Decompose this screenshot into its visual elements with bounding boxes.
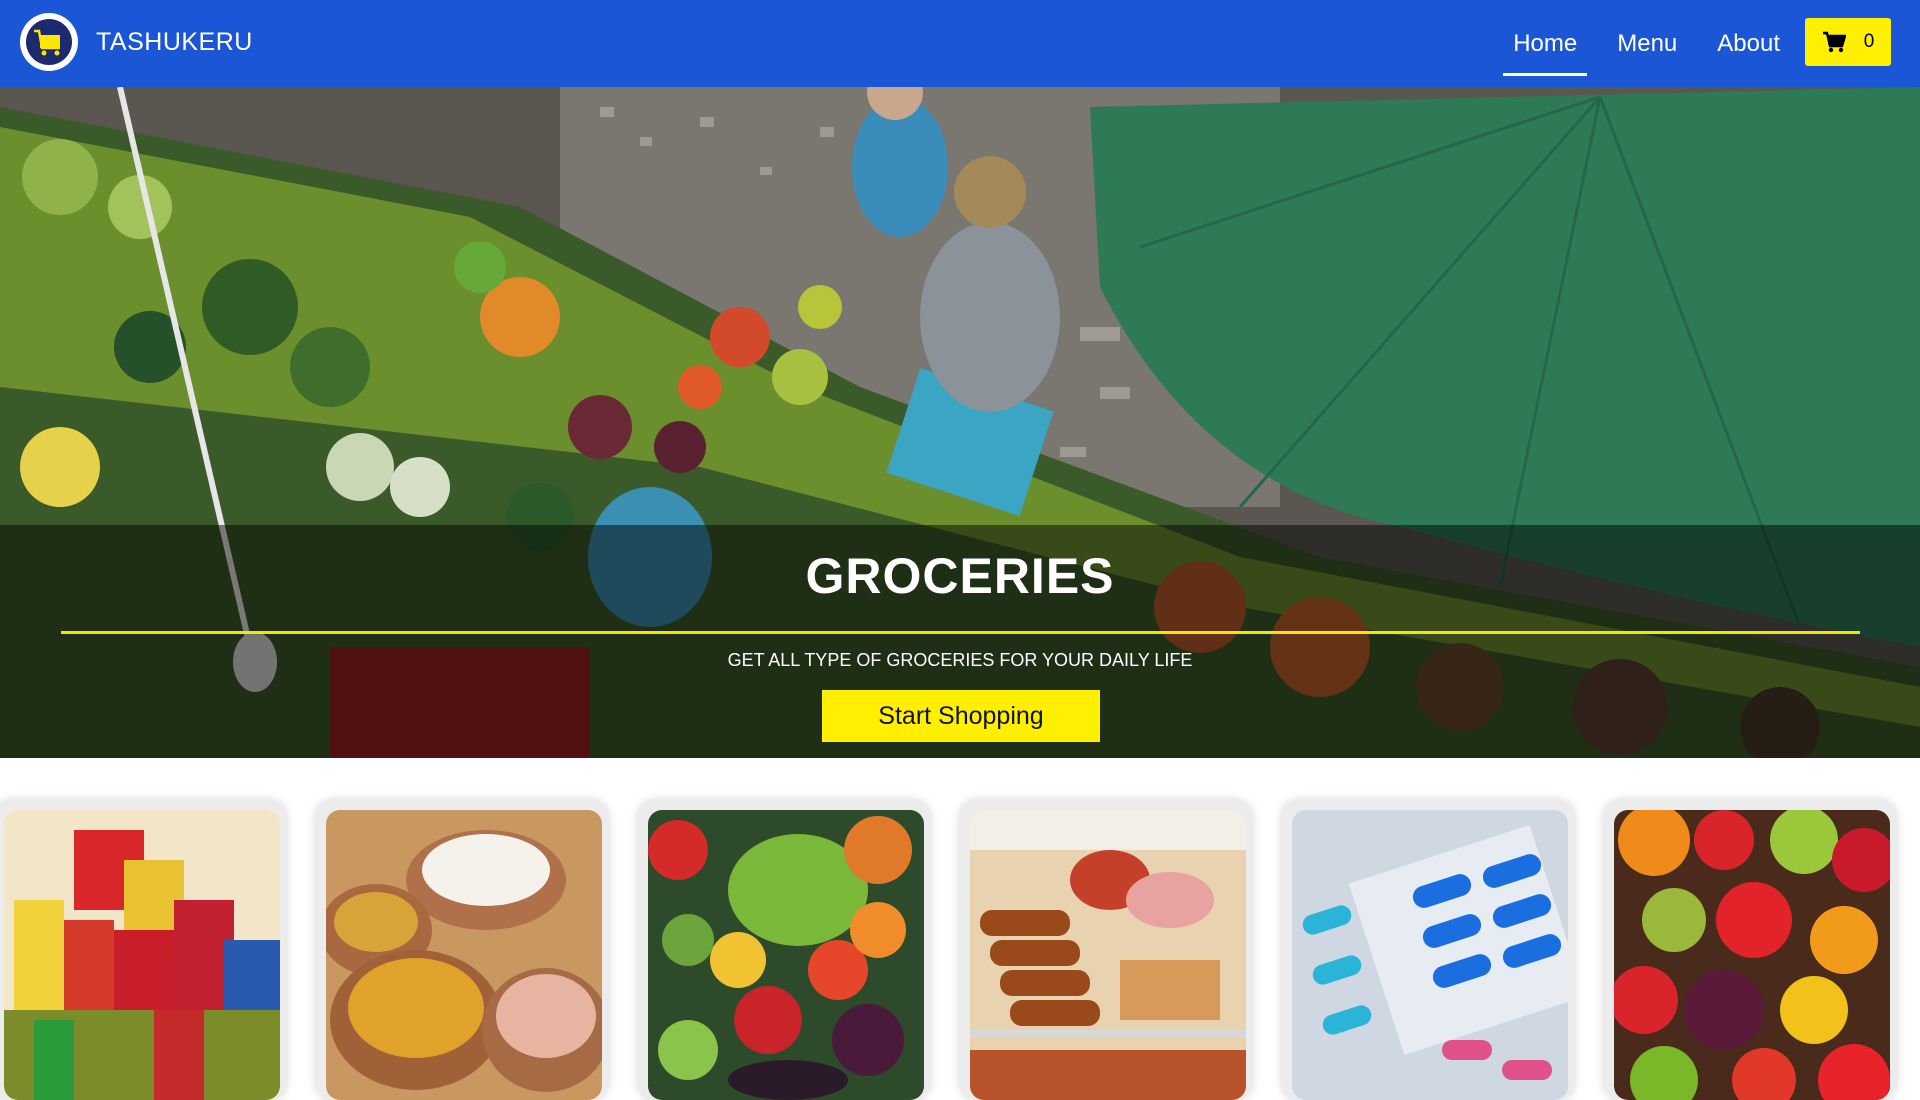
nav-links: Home Menu About [1483, 0, 1790, 87]
vegetables-image [648, 810, 924, 1100]
nav-about[interactable]: About [1707, 0, 1790, 87]
cart-logo-icon [26, 19, 72, 65]
category-card-packaged-groceries[interactable] [0, 800, 286, 1100]
nav-menu[interactable]: Menu [1607, 0, 1687, 87]
hero-title: GROCERIES [805, 548, 1115, 604]
rice-and-lentils-image [326, 810, 602, 1100]
medicines-image [1292, 810, 1568, 1100]
cart-count: 0 [1863, 31, 1875, 52]
brand-name: TASHUKERU [96, 27, 253, 56]
category-card-vegetables[interactable] [638, 800, 930, 1100]
hero-divider [61, 631, 1860, 634]
category-card-bakery[interactable] [960, 800, 1252, 1100]
nav-home[interactable]: Home [1503, 0, 1588, 87]
category-card-medicines[interactable] [1282, 800, 1574, 1100]
hero-banner: GROCERIES GET ALL TYPE OF GROCERIES FOR … [0, 87, 1920, 758]
shopping-cart-icon [1822, 31, 1846, 53]
category-card-fruits[interactable] [1604, 800, 1896, 1100]
category-cards [0, 800, 1920, 1100]
category-card-rice-and-lentils[interactable] [316, 800, 608, 1100]
bakery-image [970, 810, 1246, 1100]
hero-subtitle: GET ALL TYPE OF GROCERIES FOR YOUR DAILY… [727, 650, 1193, 670]
start-shopping-button[interactable]: Start Shopping [822, 690, 1100, 742]
packaged-groceries-image [4, 810, 280, 1100]
navbar: TASHUKERU Home Menu About 0 [0, 0, 1920, 87]
cart-button[interactable]: 0 [1805, 18, 1891, 66]
brand[interactable]: TASHUKERU [20, 13, 253, 71]
logo [20, 13, 78, 71]
fruits-image [1614, 810, 1890, 1100]
